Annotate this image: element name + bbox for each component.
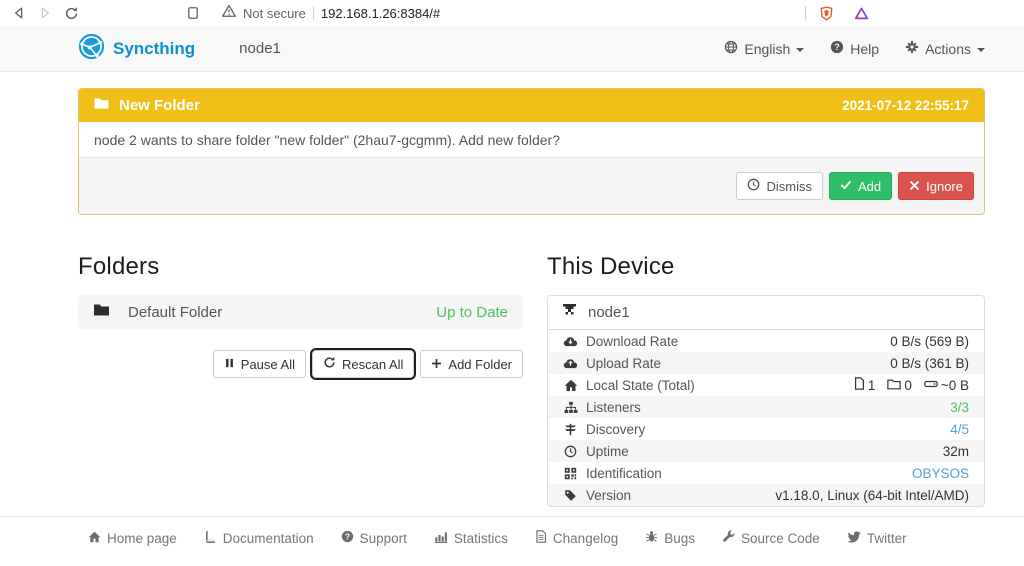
cloud-download-icon xyxy=(563,335,578,347)
bookmark-tab-icon[interactable] xyxy=(182,2,204,24)
back-icon[interactable] xyxy=(8,2,30,24)
actions-menu[interactable]: Actions xyxy=(905,40,985,57)
triangle-extension-icon[interactable] xyxy=(850,2,872,24)
site-footer: Home page Documentation ? Support Statis… xyxy=(0,516,1024,560)
qrcode-icon xyxy=(563,467,578,480)
new-folder-panel: New Folder 2021-07-12 22:55:17 node 2 wa… xyxy=(78,88,985,215)
notification-message: node 2 wants to share folder "new folder… xyxy=(79,122,984,157)
notification-actions: Dismiss Add Ignore xyxy=(79,157,984,214)
device-panel: node1 Download Rate 0 B/s (569 B) Upload… xyxy=(547,295,985,507)
divider xyxy=(312,6,314,20)
syncthing-logo-icon xyxy=(78,33,105,65)
tag-icon xyxy=(563,489,578,502)
language-menu[interactable]: English xyxy=(724,40,805,57)
footer-link-source-code[interactable]: Source Code xyxy=(722,530,820,546)
twitter-icon xyxy=(847,530,861,546)
this-device-heading: This Device xyxy=(547,253,675,280)
forward-icon[interactable] xyxy=(34,2,56,24)
home-icon xyxy=(88,531,101,546)
x-icon xyxy=(909,179,920,194)
language-label: English xyxy=(744,40,791,57)
device-row-upload-rate: Upload Rate 0 B/s (361 B) xyxy=(548,352,984,374)
footer-link-twitter[interactable]: Twitter xyxy=(847,530,907,546)
folder-icon xyxy=(94,97,109,114)
device-header-row[interactable]: node1 xyxy=(548,296,984,330)
clock-icon xyxy=(563,445,578,458)
chevron-down-icon xyxy=(977,47,985,52)
help-label: Help xyxy=(850,40,880,57)
footer-link-support[interactable]: ? Support xyxy=(341,530,407,546)
folder-icon xyxy=(93,303,110,321)
folders-heading: Folders xyxy=(78,253,160,280)
dismiss-button[interactable]: Dismiss xyxy=(736,172,823,200)
help-menu[interactable]: ? Help xyxy=(830,40,879,57)
plus-icon xyxy=(431,357,442,372)
device-identicon xyxy=(563,304,576,321)
pause-icon xyxy=(224,357,235,372)
reload-icon[interactable] xyxy=(60,2,82,24)
signpost-icon xyxy=(563,423,578,436)
security-label: Not secure xyxy=(243,5,306,21)
browser-chrome: Not secure 192.168.1.26:8384/# xyxy=(0,0,1024,26)
check-icon xyxy=(840,179,852,194)
shield-extension-icon[interactable] xyxy=(815,2,837,24)
warning-icon xyxy=(222,4,236,23)
bug-icon xyxy=(645,530,658,546)
device-row-listeners: Listeners 3/3 xyxy=(548,396,984,418)
navbar: Syncthing node1 English ? Help Actions xyxy=(0,26,1024,72)
footer-link-statistics[interactable]: Statistics xyxy=(434,530,508,546)
device-row-identification: Identification OBYSOS xyxy=(548,462,984,484)
file-icon xyxy=(854,377,865,393)
folder-row-default[interactable]: Default Folder Up to Date xyxy=(78,295,523,329)
wrench-icon xyxy=(722,530,735,546)
divider xyxy=(805,6,806,20)
footer-link-bugs[interactable]: Bugs xyxy=(645,530,695,546)
brand-label: Syncthing xyxy=(113,38,196,58)
folder-actions: Pause All Rescan All Add Folder xyxy=(78,348,523,380)
notification-timestamp: 2021-07-12 22:55:17 xyxy=(842,98,969,113)
pause-all-button[interactable]: Pause All xyxy=(212,350,306,378)
device-row-download-rate: Download Rate 0 B/s (569 B) xyxy=(548,330,984,352)
globe-icon xyxy=(724,40,738,57)
address-bar[interactable]: Not secure 192.168.1.26:8384/# xyxy=(222,4,805,23)
add-button[interactable]: Add xyxy=(828,172,893,200)
folder-outline-icon xyxy=(887,378,902,393)
gear-icon xyxy=(905,40,919,57)
notification-title: New Folder xyxy=(119,97,200,114)
device-row-discovery: Discovery 4/5 xyxy=(548,418,984,440)
local-state-values: 1 0 ~0 B xyxy=(854,377,969,393)
actions-label: Actions xyxy=(925,40,971,57)
hdd-icon xyxy=(924,378,938,393)
svg-text:?: ? xyxy=(835,42,840,52)
cloud-upload-icon xyxy=(563,357,578,369)
footer-link-home[interactable]: Home page xyxy=(88,530,177,546)
new-folder-panel-heading: New Folder 2021-07-12 22:55:17 xyxy=(79,89,984,122)
question-circle-icon: ? xyxy=(830,40,844,57)
device-row-uptime: Uptime 32m xyxy=(548,440,984,462)
svg-text:?: ? xyxy=(345,532,350,541)
book-icon xyxy=(204,530,217,546)
rescan-all-button[interactable]: Rescan All xyxy=(309,348,417,380)
clock-icon xyxy=(747,178,760,194)
bar-chart-icon xyxy=(434,530,448,546)
folder-name: Default Folder xyxy=(128,303,223,321)
refresh-icon xyxy=(323,356,336,372)
sitemap-icon xyxy=(563,401,578,414)
ignore-button[interactable]: Ignore xyxy=(898,172,974,200)
syncthing-brand[interactable]: Syncthing xyxy=(78,33,195,65)
device-row-version: Version v1.18.0, Linux (64-bit Intel/AMD… xyxy=(548,484,984,506)
add-folder-button[interactable]: Add Folder xyxy=(420,350,523,378)
chevron-down-icon xyxy=(796,47,805,52)
folder-status: Up to Date xyxy=(436,303,508,321)
home-icon xyxy=(563,379,578,392)
file-text-icon xyxy=(535,530,547,546)
footer-link-changelog[interactable]: Changelog xyxy=(535,530,618,546)
identification-link[interactable]: OBYSOS xyxy=(912,466,969,481)
device-row-local-state: Local State (Total) 1 0 ~0 B xyxy=(548,374,984,396)
device-name: node1 xyxy=(588,304,630,321)
page-title: node1 xyxy=(239,40,281,57)
footer-link-documentation[interactable]: Documentation xyxy=(204,530,314,546)
url-text: 192.168.1.26:8384/# xyxy=(320,5,441,21)
question-circle-icon: ? xyxy=(341,530,354,546)
